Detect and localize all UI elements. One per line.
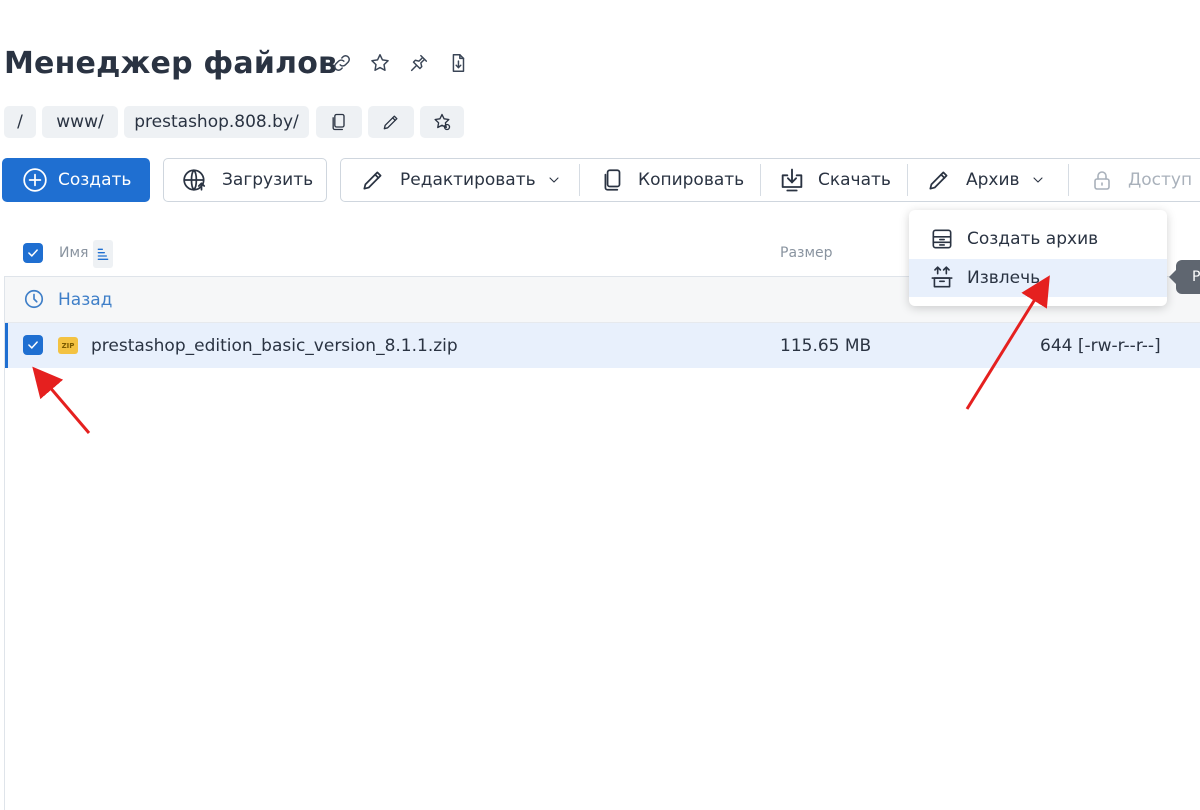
annotation-arrow-checkbox (32, 366, 91, 434)
annotation-arrow-extract (965, 275, 1050, 410)
annotation-arrows (32, 275, 1050, 434)
